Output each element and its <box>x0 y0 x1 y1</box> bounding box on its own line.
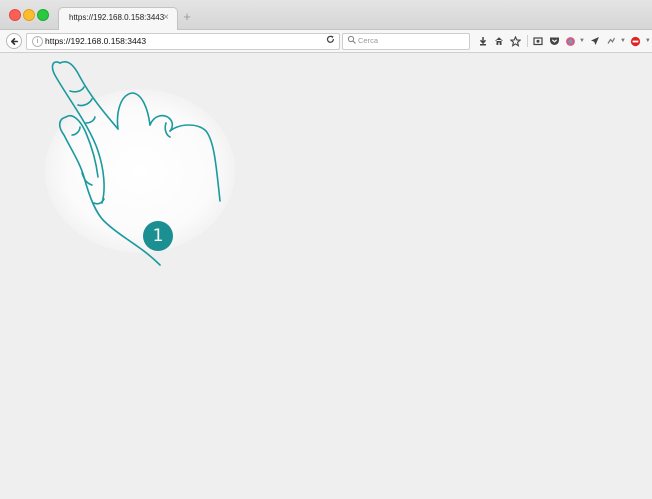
site-info-icon[interactable]: i <box>32 36 43 47</box>
send-icon[interactable] <box>588 34 602 48</box>
pocket-icon[interactable] <box>547 34 561 48</box>
search-bar[interactable]: Cerca <box>342 33 470 50</box>
back-button[interactable] <box>6 33 22 49</box>
new-tab-button[interactable]: + <box>180 10 194 24</box>
back-arrow-icon <box>10 37 18 45</box>
screenshot-icon[interactable] <box>531 34 545 48</box>
toolbar-icons: ▼ ▼ ▼ <box>476 34 652 48</box>
window-close-button[interactable] <box>9 9 21 21</box>
navigation-bar: i https://192.168.0.158:3443 Cerca ▼ ▼ ▼ <box>0 30 652 53</box>
bookmark-star-icon[interactable] <box>508 34 522 48</box>
tab-title: https://192.168.0.158:3443 <box>69 13 165 22</box>
tab-bar: https://192.168.0.158:3443 × + <box>0 0 652 30</box>
search-icon <box>347 35 356 44</box>
window-maximize-button[interactable] <box>37 9 49 21</box>
tab-close-icon[interactable]: × <box>163 12 169 23</box>
url-bar[interactable]: i https://192.168.0.158:3443 <box>26 33 340 50</box>
browser-window: https://192.168.0.158:3443 × + i https:/… <box>0 0 652 499</box>
url-input[interactable]: https://192.168.0.158:3443 <box>45 36 146 46</box>
download-icon[interactable] <box>476 34 490 48</box>
extension-icon[interactable] <box>563 34 577 48</box>
extension-dropdown-icon[interactable]: ▼ <box>579 38 585 44</box>
page-content: 1 <box>0 53 652 499</box>
sync-icon[interactable] <box>604 34 618 48</box>
search-input[interactable]: Cerca <box>358 36 378 45</box>
toolbar-separator <box>527 35 528 47</box>
reload-icon[interactable] <box>326 35 335 46</box>
pointing-hand-illustration <box>45 61 235 266</box>
step-number-badge: 1 <box>143 221 173 251</box>
adblock-dropdown-icon[interactable]: ▼ <box>645 38 651 44</box>
tab-active[interactable]: https://192.168.0.158:3443 × <box>58 7 178 30</box>
window-minimize-button[interactable] <box>23 9 35 21</box>
adblock-icon[interactable] <box>629 34 643 48</box>
home-icon[interactable] <box>492 34 506 48</box>
sync-dropdown-icon[interactable]: ▼ <box>620 38 626 44</box>
